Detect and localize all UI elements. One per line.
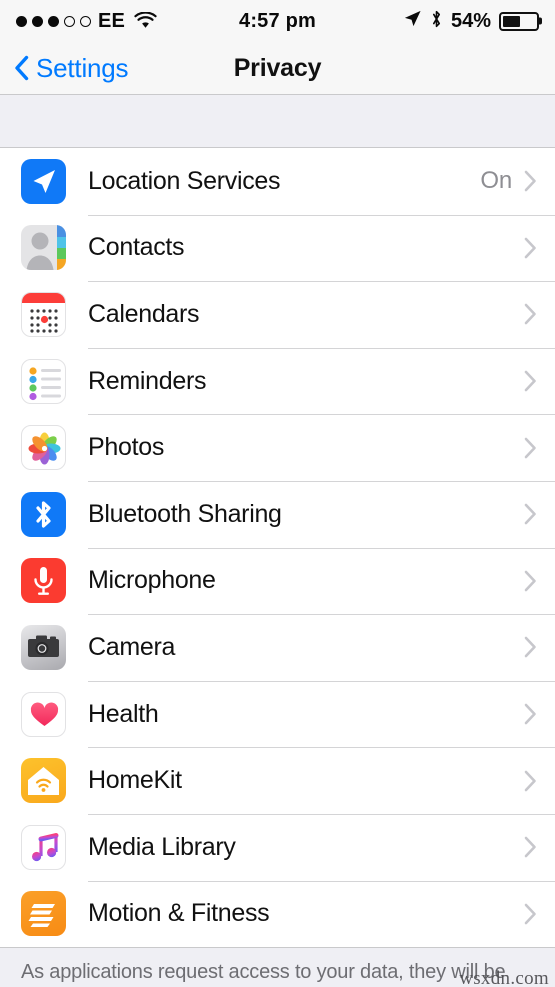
list-item-calendars[interactable]: Calendars xyxy=(0,281,555,348)
bluetooth-icon xyxy=(430,9,443,34)
list-item-motion-fitness[interactable]: Motion & Fitness xyxy=(0,880,555,948)
homekit-icon xyxy=(21,758,66,804)
battery-icon xyxy=(499,11,539,31)
list-item-bluetooth-sharing[interactable]: Bluetooth Sharing xyxy=(0,480,555,548)
list-item-label: Bluetooth Sharing xyxy=(88,499,282,528)
status-bar-right: 54% xyxy=(403,9,539,34)
list-item-label: Media Library xyxy=(88,832,236,861)
list-item-label: Health xyxy=(88,699,159,728)
contacts-icon xyxy=(21,225,66,271)
list-item-label: Photos xyxy=(88,433,165,462)
motion-fitness-icon xyxy=(21,891,66,937)
watermark: wsxdn.com xyxy=(459,968,549,987)
back-button-label: Settings xyxy=(36,52,129,83)
chevron-right-icon xyxy=(524,836,537,858)
signal-dot-3 xyxy=(48,15,59,27)
list-item-value: On xyxy=(480,167,512,195)
list-item-label: Microphone xyxy=(88,566,216,595)
photos-icon xyxy=(21,425,66,471)
chevron-left-icon xyxy=(14,55,29,81)
chevron-right-icon xyxy=(524,237,537,259)
list-item-label: Contacts xyxy=(88,233,185,262)
list-item-label: Camera xyxy=(88,632,176,661)
back-button[interactable]: Settings xyxy=(14,52,129,84)
reminders-icon xyxy=(21,358,66,404)
signal-dot-1 xyxy=(16,15,27,27)
list-item-label: Calendars xyxy=(88,299,200,328)
contacts-tabs xyxy=(57,225,66,271)
chevron-right-icon xyxy=(524,370,537,392)
footer-section: As applications request access to your d… xyxy=(0,947,555,987)
list-item-label: Motion & Fitness xyxy=(88,899,270,928)
chevron-right-icon xyxy=(524,503,537,525)
footer-description: As applications request access to your d… xyxy=(21,961,506,984)
signal-dot-4 xyxy=(64,15,75,27)
iphone-screen: EE 4:57 pm 54% Settings Privacy Location… xyxy=(0,0,555,987)
chevron-right-icon xyxy=(524,636,537,658)
location-services-icon xyxy=(21,158,66,204)
carrier-label: EE xyxy=(98,9,126,32)
location-arrow-icon xyxy=(403,9,422,33)
chevron-right-icon xyxy=(524,770,537,792)
list-item-location-services[interactable]: Location Services On xyxy=(0,148,555,215)
group-spacer xyxy=(0,95,555,148)
bluetooth-sharing-icon xyxy=(21,491,66,537)
health-icon xyxy=(21,691,66,737)
list-item-label: HomeKit xyxy=(88,766,182,795)
privacy-settings-list: Location Services On Contacts Calendars … xyxy=(0,148,555,948)
microphone-icon xyxy=(21,558,66,604)
chevron-right-icon xyxy=(524,303,537,325)
signal-dot-2 xyxy=(32,15,43,27)
chevron-right-icon xyxy=(524,903,537,925)
status-bar-left: EE xyxy=(16,10,157,33)
list-item-media-library[interactable]: Media Library xyxy=(0,813,555,881)
camera-icon xyxy=(21,624,66,670)
status-bar-clock: 4:57 pm xyxy=(239,9,316,32)
list-item-label: Location Services xyxy=(88,166,281,195)
status-bar: EE 4:57 pm 54% xyxy=(0,0,555,42)
signal-dot-5 xyxy=(80,15,91,27)
chevron-right-icon xyxy=(524,437,537,459)
list-item-contacts[interactable]: Contacts xyxy=(0,214,555,282)
list-item-photos[interactable]: Photos xyxy=(0,414,555,481)
media-library-icon xyxy=(21,824,66,870)
list-item-camera[interactable]: Camera xyxy=(0,614,555,681)
chevron-right-icon xyxy=(524,170,537,192)
list-item-microphone[interactable]: Microphone xyxy=(0,547,555,615)
wifi-icon xyxy=(134,11,157,30)
list-item-homekit[interactable]: HomeKit xyxy=(0,747,555,814)
chevron-right-icon xyxy=(524,570,537,592)
list-item-label: Reminders xyxy=(88,366,207,395)
signal-strength-dots xyxy=(16,15,91,27)
navigation-bar: Settings Privacy xyxy=(0,42,555,95)
chevron-right-icon xyxy=(524,703,537,725)
list-item-health[interactable]: Health xyxy=(0,680,555,748)
list-item-reminders[interactable]: Reminders xyxy=(0,347,555,415)
battery-percent-label: 54% xyxy=(450,9,491,32)
calendars-icon xyxy=(21,291,66,337)
